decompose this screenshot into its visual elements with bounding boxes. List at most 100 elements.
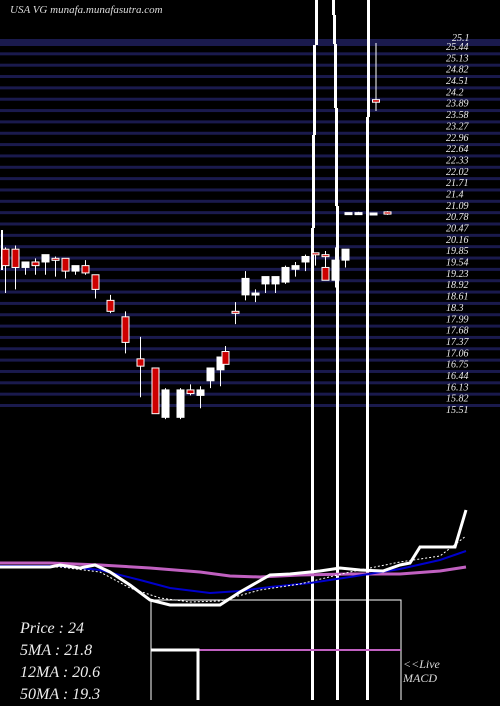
candle-body	[206, 367, 215, 382]
y-top-label: 25.1	[452, 33, 470, 44]
grid-line	[0, 404, 500, 407]
candle-body	[291, 265, 300, 270]
spike-line	[333, 15, 336, 44]
grid-line	[0, 52, 500, 56]
candle	[344, 212, 353, 216]
candle-body	[321, 266, 330, 281]
y-tick-label: 17.06	[446, 348, 469, 359]
macd-panel	[150, 599, 402, 700]
candle-body	[1, 248, 10, 267]
candle-body	[241, 277, 250, 296]
candle	[61, 257, 70, 279]
y-tick-label: 23.58	[446, 110, 469, 121]
candle	[91, 274, 100, 299]
grid-line	[0, 188, 500, 192]
grid-line	[0, 256, 500, 260]
live-macd-link[interactable]: <<Live MACD	[403, 657, 440, 685]
candle-body	[161, 389, 170, 418]
candle-body	[61, 257, 70, 272]
y-tick-label: 23.89	[446, 99, 469, 110]
y-tick-label: 22.96	[446, 133, 469, 144]
ma-legend: Price : 24 5MA : 21.8 12MA : 20.6 50MA :…	[20, 618, 100, 706]
grid-line	[0, 63, 500, 67]
y-tick-label: 22.64	[446, 144, 469, 155]
candle-body	[186, 389, 195, 395]
y-tick-label: 24.2	[446, 87, 464, 98]
y-tick-label: 21.4	[446, 189, 464, 200]
candle	[51, 256, 60, 277]
candle-body	[301, 255, 310, 263]
legend-12ma: 12MA : 20.6	[20, 664, 101, 681]
candle	[231, 302, 240, 325]
grid-line	[0, 358, 500, 362]
y-tick-label: 16.13	[446, 382, 469, 393]
candle	[11, 245, 20, 290]
y-tick-label: 17.99	[446, 314, 469, 325]
candle-body	[321, 254, 330, 258]
spike-line	[334, 44, 337, 108]
y-tick-label: 20.47	[446, 224, 470, 235]
y-tick-label: 15.82	[446, 394, 469, 405]
candle	[81, 260, 90, 275]
live-label[interactable]: <<Live	[403, 657, 440, 671]
grid-line	[0, 313, 500, 317]
y-tick-label: 19.85	[446, 246, 469, 257]
candle-body	[369, 212, 378, 216]
grid-line	[0, 39, 500, 46]
candle-body	[221, 351, 230, 365]
y-axis-labels: 25.4425.1324.8224.5124.223.8923.5823.272…	[446, 33, 470, 416]
grid-line	[0, 120, 500, 124]
grid-line	[0, 392, 500, 396]
candle-body	[151, 367, 160, 415]
y-tick-label: 24.51	[446, 76, 469, 87]
candle-body	[11, 248, 20, 268]
grid-line	[0, 369, 500, 373]
grid-line	[0, 109, 500, 113]
grid-line	[0, 97, 500, 101]
grid-line	[0, 301, 500, 305]
y-tick-label: 17.68	[446, 326, 469, 337]
grid-lines	[0, 39, 500, 407]
stock-chart: 25.4425.1324.8224.5124.223.8923.5823.272…	[0, 0, 500, 700]
candle-body	[121, 316, 130, 343]
candle	[354, 211, 363, 216]
y-tick-label: 17.37	[446, 337, 470, 348]
candle	[321, 263, 330, 281]
candle-body	[261, 276, 270, 285]
grid-line	[0, 75, 500, 79]
grid-line	[0, 222, 500, 226]
spike-line	[367, 0, 370, 117]
candle	[206, 367, 215, 389]
candle	[136, 336, 145, 398]
spike-line	[312, 135, 315, 228]
macd-label[interactable]: MACD	[403, 671, 440, 685]
y-tick-label: 19.54	[446, 258, 469, 269]
candle-body	[331, 259, 340, 281]
candle	[281, 265, 290, 284]
y-tick-label: 21.09	[446, 201, 469, 212]
grid-line	[0, 347, 500, 351]
candle	[383, 211, 392, 215]
y-tick-label: 20.78	[446, 212, 469, 223]
candle-body	[91, 274, 100, 290]
grid-line	[0, 233, 500, 237]
spike-line	[315, 0, 318, 45]
spike-line	[335, 108, 338, 206]
y-tick-label: 16.75	[446, 360, 469, 371]
candle	[186, 384, 195, 396]
spike-line	[332, 0, 335, 15]
candle-body	[383, 211, 392, 215]
candle	[121, 311, 130, 354]
y-tick-label: 18.3	[446, 303, 464, 314]
legend-price: Price : 24	[20, 620, 84, 637]
candle-body	[354, 212, 363, 216]
spike-line	[366, 117, 369, 700]
y-tick-label: 24.82	[446, 65, 469, 76]
candle-body	[271, 276, 280, 285]
y-tick-label: 15.51	[446, 405, 469, 416]
candle-body	[251, 292, 260, 296]
y-tick-label: 25.13	[446, 53, 469, 64]
grid-line	[0, 324, 500, 328]
y-tick-label: 18.92	[446, 280, 469, 291]
candle-body	[81, 265, 90, 274]
